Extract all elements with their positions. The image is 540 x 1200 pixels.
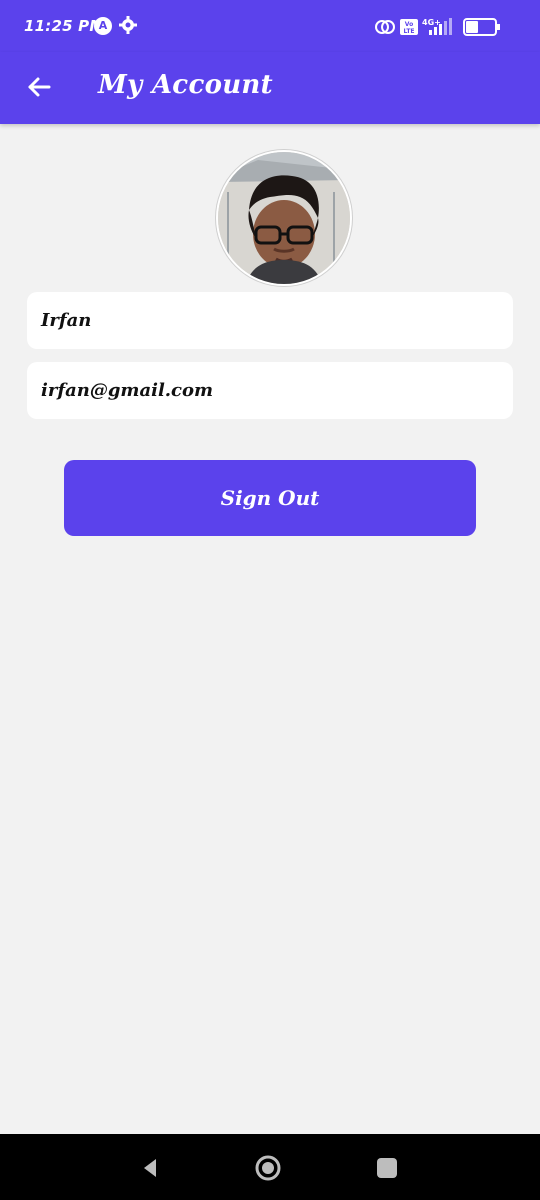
app-a-icon: A <box>94 17 112 35</box>
back-button[interactable] <box>18 66 60 108</box>
svg-text:4G+: 4G+ <box>422 18 441 27</box>
page-title: My Account <box>98 70 273 100</box>
navigation-bar <box>0 1134 540 1200</box>
status-icons: Vo LTE 4G+ <box>375 18 500 36</box>
volte-icon: Vo LTE <box>400 19 418 35</box>
svg-text:Vo: Vo <box>405 21 413 28</box>
name-field: Irfan <box>27 292 513 349</box>
gear-icon <box>119 16 137 34</box>
battery-icon <box>463 18 500 36</box>
network-label: 4G+ <box>422 18 441 27</box>
nav-home-icon[interactable] <box>253 1153 283 1183</box>
sync-icon <box>375 20 395 34</box>
sign-out-button[interactable]: Sign Out <box>64 460 476 536</box>
status-time: 11:25 PM <box>24 17 105 35</box>
profile-photo <box>218 152 350 284</box>
avatar <box>216 150 352 286</box>
nav-back-icon[interactable] <box>136 1153 166 1183</box>
email-field: irfan@gmail.com <box>27 362 513 419</box>
arrow-left-icon <box>28 77 51 97</box>
svg-text:LTE: LTE <box>403 28 414 35</box>
app-bar: My Account <box>0 52 540 124</box>
nav-recents-icon[interactable] <box>372 1153 402 1183</box>
status-bar: 11:25 PM A Vo LTE 4G+ <box>0 0 540 52</box>
